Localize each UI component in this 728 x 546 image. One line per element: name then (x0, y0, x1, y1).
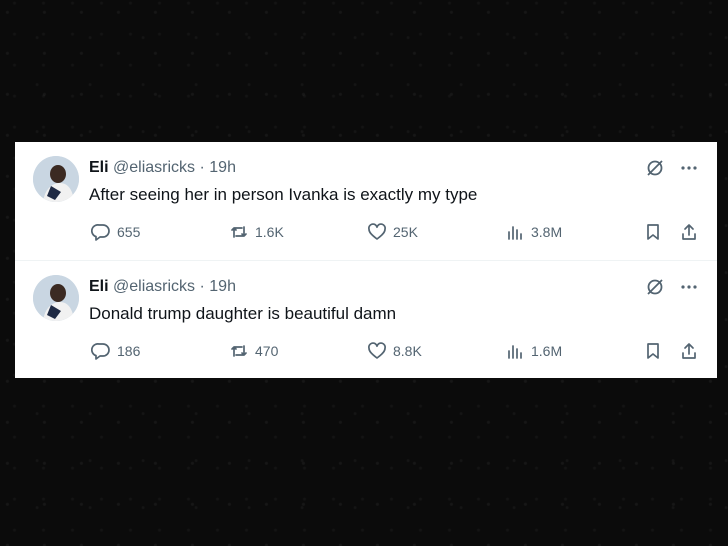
grok-icon[interactable] (645, 277, 665, 297)
bookmark-button[interactable] (643, 222, 663, 242)
views-count: 3.8M (531, 224, 563, 240)
like-button[interactable]: 25K (367, 222, 418, 242)
display-name[interactable]: Eli (89, 159, 109, 176)
bookmark-button[interactable] (643, 341, 663, 361)
tweet-header: Eli @eliasricks · 19h (89, 277, 236, 297)
tweet[interactable]: Eli @eliasricks · 19h After seeing her i… (15, 142, 717, 260)
tweet-text: Donald trump daughter is beautiful damn (89, 304, 397, 323)
tweet-actions: 655 1.6K 25K 3.8M (91, 222, 701, 244)
share-icon (682, 343, 696, 359)
retweet-button[interactable]: 470 (229, 341, 278, 361)
tweet-header: Eli @eliasricks · 19h (89, 158, 236, 178)
grok-icon[interactable] (645, 158, 665, 178)
views-icon (508, 226, 522, 240)
views-button[interactable]: 3.8M (505, 222, 562, 242)
heart-icon (368, 223, 386, 240)
retweet-count: 470 (255, 343, 279, 359)
tweet[interactable]: Eli @eliasricks · 19h Donald trump daugh… (15, 260, 717, 379)
timestamp[interactable]: · 19h (200, 278, 236, 295)
views-button[interactable]: 1.6M (505, 341, 562, 361)
reply-button[interactable]: 655 (91, 222, 140, 242)
views-count: 1.6M (531, 343, 563, 359)
avatar[interactable] (33, 156, 79, 202)
display-name[interactable]: Eli (89, 278, 109, 295)
reply-icon (91, 343, 110, 360)
views-icon (508, 345, 522, 359)
avatar[interactable] (33, 275, 79, 321)
handle[interactable]: @eliasricks (113, 278, 195, 295)
like-button[interactable]: 8.8K (367, 341, 422, 361)
reply-button[interactable]: 186 (91, 341, 140, 361)
share-icon (682, 224, 696, 240)
heart-icon (368, 342, 386, 359)
retweet-icon (231, 345, 247, 357)
more-icon[interactable] (679, 158, 699, 178)
timestamp[interactable]: · 19h (200, 159, 236, 176)
tweet-text: After seeing her in person Ivanka is exa… (89, 185, 478, 204)
retweet-button[interactable]: 1.6K (229, 222, 284, 242)
handle[interactable]: @eliasricks (113, 159, 195, 176)
tweet-actions: 186 470 8.8K 1.6M (91, 341, 701, 363)
share-button[interactable] (679, 341, 699, 361)
retweet-count: 1.6K (255, 224, 284, 240)
share-button[interactable] (679, 222, 699, 242)
tweet-panel: Eli @eliasricks · 19h After seeing her i… (15, 142, 717, 378)
bookmark-icon (647, 224, 659, 240)
more-icon[interactable] (679, 277, 699, 297)
reply-count: 655 (117, 224, 141, 240)
like-count: 25K (393, 224, 418, 240)
reply-icon (91, 224, 110, 241)
like-count: 8.8K (393, 343, 422, 359)
reply-count: 186 (117, 343, 141, 359)
bookmark-icon (647, 343, 659, 359)
retweet-icon (231, 226, 247, 238)
